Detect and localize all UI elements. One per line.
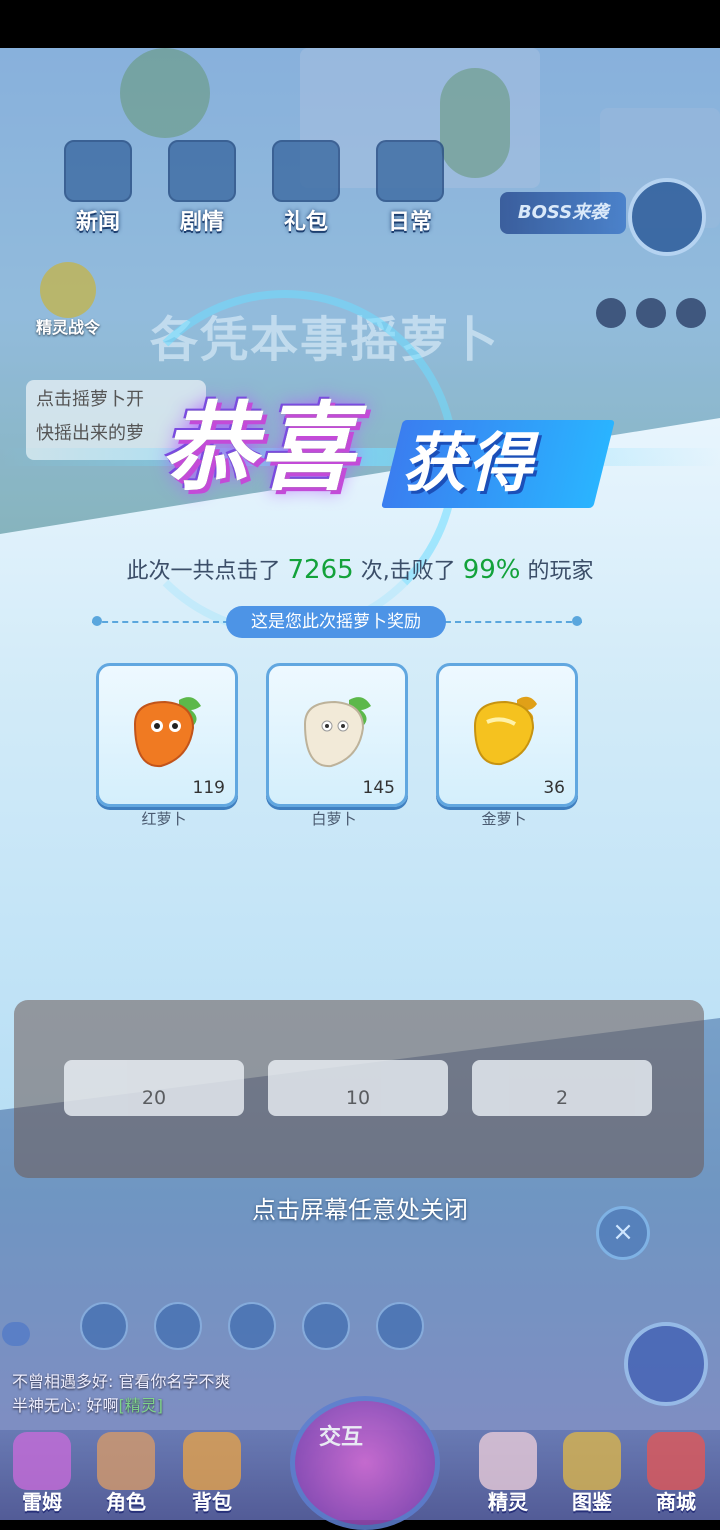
top-nav: 新闻 剧情 礼包 日常 (60, 140, 448, 236)
gold-carrot-icon (473, 696, 537, 766)
nav-label: 日常 (387, 210, 432, 235)
interact-hub[interactable]: 交互 (290, 1396, 440, 1530)
reward-name: 金萝卜 (481, 810, 527, 828)
reward-count: 36 (543, 778, 565, 798)
news-board-icon (64, 140, 132, 202)
status-bar (0, 0, 720, 48)
nav-gift[interactable]: 礼包 (268, 140, 344, 236)
summary-mid: 次,击败了 (360, 559, 456, 584)
shop-icon (647, 1432, 705, 1490)
feature-icons (80, 1302, 424, 1350)
red-carrot-icon (133, 697, 201, 768)
reward-card[interactable]: 145 (266, 663, 408, 807)
star-button[interactable] (624, 1322, 708, 1406)
bell-icon[interactable] (376, 1302, 424, 1350)
backpack-icon (183, 1432, 241, 1490)
summary-prefix: 此次一共点击了 (126, 559, 281, 584)
nav-story[interactable]: 剧情 (164, 140, 240, 236)
nav-news[interactable]: 新闻 (60, 140, 136, 236)
nav-label: 新闻 (75, 210, 120, 235)
tree-icon[interactable] (80, 1302, 128, 1350)
battle-pass-label: 精灵战令 (36, 318, 101, 337)
reward-name: 红萝卜 (141, 810, 187, 828)
reward-card[interactable]: 36 (436, 663, 578, 807)
bottom-nav-label: 角色 (106, 1490, 146, 1514)
reward-card[interactable]: 119 (96, 663, 238, 807)
rem-icon (13, 1432, 71, 1490)
bottom-nav-item[interactable]: 精灵 (468, 1432, 548, 1515)
bottom-nav-item[interactable]: 雷姆 (2, 1432, 82, 1515)
slot-red: 20 (64, 1060, 244, 1116)
white-radish-icon (303, 697, 371, 768)
board-icon[interactable] (302, 1302, 350, 1350)
daily-chest-icon (376, 140, 444, 202)
congrats-title: 恭喜 (160, 392, 356, 504)
hub-label: 交互 (319, 1425, 364, 1450)
bottom-nav-label: 精灵 (488, 1490, 528, 1514)
chat-line: 半神无心: 好啊[精灵] (12, 1396, 164, 1415)
chat-user: 不曾相遇多好 (12, 1372, 109, 1391)
gift-box-icon (272, 140, 340, 202)
bottom-nav-label: 图鉴 (572, 1490, 612, 1514)
reward-name: 白萝卜 (311, 810, 357, 828)
mute-icon[interactable] (596, 298, 626, 328)
bottom-nav-label: 商城 (656, 1490, 696, 1514)
exit-icon[interactable] (676, 298, 706, 328)
bottom-nav-item[interactable]: 角色 (86, 1432, 166, 1515)
reward-count: 119 (192, 778, 225, 798)
reward-header: 这是您此次摇萝卜奖励 (226, 606, 446, 638)
sprite-icon (479, 1432, 537, 1490)
nav-label: 礼包 (283, 210, 328, 235)
bottom-nav-label: 雷姆 (22, 1490, 62, 1514)
character-icon (97, 1432, 155, 1490)
chat-user: 半神无心 (12, 1396, 77, 1415)
chat-feed[interactable]: 不曾相遇多好: 官看你名字不爽 半神无心: 好啊[精灵] (12, 1370, 231, 1418)
chat-icon[interactable] (2, 1322, 30, 1346)
close-icon[interactable]: × (596, 1206, 650, 1260)
click-count: 7265 (287, 555, 354, 585)
click-summary: 此次一共点击了 7265 次,击败了 99% 的玩家 (0, 553, 720, 585)
trophy-icon[interactable] (154, 1302, 202, 1350)
bottom-nav-label: 背包 (192, 1490, 232, 1514)
bottom-nav-item[interactable]: 图鉴 (552, 1432, 632, 1515)
chat-tag: [精灵] (118, 1396, 164, 1415)
chat-text: 好啊 (86, 1396, 119, 1415)
toggle-icons (596, 298, 706, 328)
bottom-nav-item[interactable]: 背包 (172, 1432, 252, 1515)
summary-suffix: 的玩家 (527, 559, 594, 584)
panda-icon[interactable] (228, 1302, 276, 1350)
codex-icon (563, 1432, 621, 1490)
no-effect-icon[interactable] (636, 298, 666, 328)
chat-line: 不曾相遇多好: 官看你名字不爽 (12, 1372, 231, 1391)
nav-label: 剧情 (179, 210, 224, 235)
beat-percent: 99% (462, 555, 521, 585)
slot-white: 10 (268, 1060, 448, 1116)
slot-gold: 2 (472, 1060, 652, 1116)
story-chest-icon (168, 140, 236, 202)
nav-daily[interactable]: 日常 (372, 140, 448, 236)
map-button[interactable] (628, 178, 706, 256)
battle-pass-icon[interactable] (40, 262, 96, 318)
reward-count: 145 (362, 778, 395, 798)
bottom-nav-item[interactable]: 商城 (636, 1432, 716, 1515)
obtained-title: 获得 (402, 427, 534, 501)
boss-button[interactable]: BOSS来袭 (500, 192, 626, 234)
chat-text: 官看你名字不爽 (118, 1372, 231, 1391)
